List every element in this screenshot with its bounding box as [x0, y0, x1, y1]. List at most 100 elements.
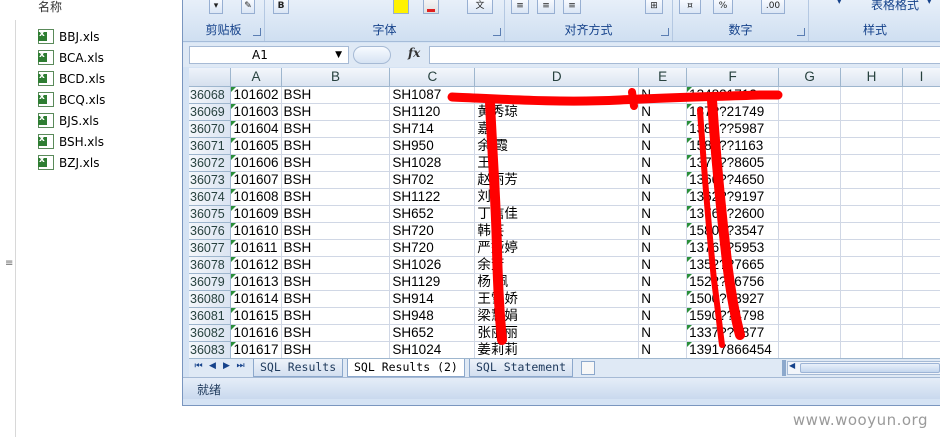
cell-a[interactable]: 101610 — [230, 222, 282, 240]
cell-d[interactable]: 嘉 — [474, 120, 640, 138]
row-header[interactable]: 36075 — [189, 205, 232, 223]
cell-f[interactable]: 1376??5953 — [686, 239, 780, 257]
cell-b[interactable]: BSH — [281, 324, 391, 342]
cell-i[interactable] — [902, 324, 940, 342]
insert-function-icon[interactable]: fx — [408, 46, 420, 60]
row-header[interactable]: 36071 — [189, 137, 232, 155]
percent-button[interactable]: % — [713, 0, 733, 14]
column-header[interactable]: E — [638, 68, 688, 87]
cell-e[interactable]: N — [638, 239, 688, 257]
cell-g[interactable] — [778, 324, 842, 342]
column-header[interactable]: B — [281, 68, 391, 87]
row-header[interactable]: 36082 — [189, 324, 232, 342]
cell-i[interactable] — [902, 154, 940, 172]
cell-b[interactable]: BSH — [281, 290, 391, 308]
cell-i[interactable] — [902, 120, 940, 138]
column-header[interactable]: I — [902, 68, 940, 87]
cell-a[interactable]: 101616 — [230, 324, 282, 342]
first-sheet-icon[interactable]: ⏮ — [193, 361, 204, 371]
cell-e[interactable]: N — [638, 205, 688, 223]
scroll-left-icon[interactable]: ◀ — [789, 361, 795, 370]
cell-b[interactable]: BSH — [281, 256, 391, 274]
row-header[interactable]: 36076 — [189, 222, 232, 240]
cell-a[interactable]: 101603 — [230, 103, 282, 121]
row-header[interactable]: 36083 — [189, 341, 232, 358]
cell-c[interactable]: SH948 — [389, 307, 476, 325]
name-box-dropdown-icon[interactable]: ▼ — [335, 47, 342, 63]
cell-f[interactable]: 1590??4798 — [686, 307, 780, 325]
cell-b[interactable]: BSH — [281, 307, 391, 325]
column-header[interactable]: H — [840, 68, 903, 87]
cell-i[interactable] — [902, 137, 940, 155]
column-header[interactable]: F — [686, 68, 780, 87]
column-header[interactable]: C — [389, 68, 476, 87]
row-header[interactable]: 36073 — [189, 171, 232, 189]
currency-format-icon[interactable]: ¤ — [679, 0, 701, 14]
cell-d[interactable]: 严娅婷 — [474, 239, 640, 257]
cell-c[interactable]: SH1129 — [389, 273, 476, 291]
cell-b[interactable]: BSH — [281, 120, 391, 138]
file-item-bbj[interactable]: BBJ.xls — [38, 26, 105, 47]
column-header[interactable]: D — [474, 68, 640, 87]
cell-g[interactable] — [778, 290, 842, 308]
cell-e[interactable]: N — [638, 154, 688, 172]
cell-i[interactable] — [902, 222, 940, 240]
sheet-tab-sql-results-2[interactable]: SQL Results (2) — [347, 359, 465, 377]
cell-a[interactable]: 101606 — [230, 154, 282, 172]
cell-b[interactable]: BSH — [281, 86, 391, 104]
cell-h[interactable] — [840, 239, 903, 257]
cell-h[interactable] — [840, 256, 903, 274]
name-column-header[interactable]: 名称 — [38, 0, 62, 15]
cell-d[interactable]: 韩芸 — [474, 222, 640, 240]
cell-e[interactable]: N — [638, 86, 688, 104]
file-item-bsh[interactable]: BSH.xls — [38, 131, 105, 152]
cell-c[interactable]: SH720 — [389, 222, 476, 240]
cell-a[interactable]: 101611 — [230, 239, 282, 257]
cell-g[interactable] — [778, 103, 842, 121]
cell-b[interactable]: BSH — [281, 188, 391, 206]
row-header[interactable]: 36078 — [189, 256, 232, 274]
font-launcher-icon[interactable] — [493, 28, 501, 36]
clipboard-launcher-icon[interactable] — [253, 28, 261, 36]
formula-input[interactable] — [429, 46, 940, 64]
cell-g[interactable] — [778, 239, 842, 257]
cell-c[interactable]: SH1026 — [389, 256, 476, 274]
cell-a[interactable]: 101609 — [230, 205, 282, 223]
cell-h[interactable] — [840, 222, 903, 240]
cell-i[interactable] — [902, 273, 940, 291]
name-box[interactable]: A1 ▼ — [189, 46, 349, 64]
cell-f[interactable]: 13917866454 — [686, 341, 780, 358]
row-header[interactable]: 36080 — [189, 290, 232, 308]
cell-g[interactable] — [778, 256, 842, 274]
cell-g[interactable] — [778, 205, 842, 223]
cell-i[interactable] — [902, 103, 940, 121]
cell-f[interactable]: 1366??4650 — [686, 171, 780, 189]
cell-e[interactable]: N — [638, 273, 688, 291]
cell-a[interactable]: 101604 — [230, 120, 282, 138]
spreadsheet-grid[interactable]: A B C D E F G H I 36068 101602 BSH SH1087 N 1… — [189, 68, 940, 358]
cell-e[interactable]: N — [638, 188, 688, 206]
cell-a[interactable]: 101602 — [230, 86, 282, 104]
cell-h[interactable] — [840, 137, 903, 155]
align-right-icon[interactable]: ≡ — [563, 0, 581, 14]
cell-i[interactable] — [902, 205, 940, 223]
cell-h[interactable] — [840, 341, 903, 358]
row-header[interactable]: 36070 — [189, 120, 232, 138]
cell-f[interactable]: 1381??5987 — [686, 120, 780, 138]
cell-h[interactable] — [840, 86, 903, 104]
cell-h[interactable] — [840, 154, 903, 172]
fill-color-icon[interactable] — [393, 0, 409, 14]
table-format-dropdown-icon[interactable]: ▾ — [927, 0, 932, 7]
bold-button[interactable]: B — [273, 0, 289, 14]
cell-h[interactable] — [840, 205, 903, 223]
cell-c[interactable]: SH702 — [389, 171, 476, 189]
font-color-icon[interactable] — [423, 0, 439, 14]
cell-h[interactable] — [840, 188, 903, 206]
cell-i[interactable] — [902, 341, 940, 358]
cell-c[interactable]: SH1028 — [389, 154, 476, 172]
cell-h[interactable] — [840, 324, 903, 342]
cell-c[interactable]: SH714 — [389, 120, 476, 138]
cell-f[interactable]: 1582??1163 — [686, 137, 780, 155]
cell-a[interactable]: 101605 — [230, 137, 282, 155]
cell-f[interactable]: 13482171? — [686, 86, 780, 104]
